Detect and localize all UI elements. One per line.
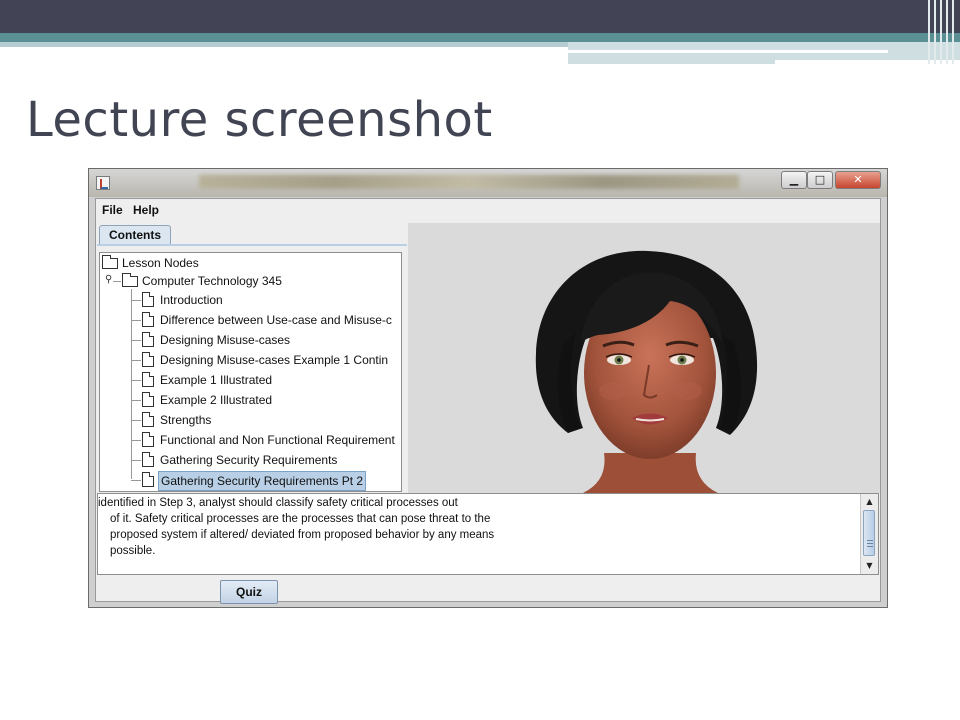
tab-contents[interactable]: Contents	[99, 225, 171, 245]
slide-title: Lecture screenshot	[26, 92, 493, 148]
slide-accent-stripe	[0, 42, 568, 47]
slide-accent-line	[568, 50, 888, 53]
document-icon	[142, 392, 154, 407]
document-icon	[142, 412, 154, 427]
lesson-tree[interactable]: Lesson Nodes ⚲ Computer Technology 345 I…	[99, 252, 402, 492]
document-icon	[142, 332, 154, 347]
menu-file[interactable]: File	[102, 203, 123, 217]
contents-panel: Contents Lesson Nodes ⚲ Computer Technol…	[97, 223, 407, 493]
avatar-character	[535, 250, 758, 493]
document-icon	[142, 312, 154, 327]
lecture-text-line: proposed system if altered/ deviated fro…	[110, 529, 495, 541]
quiz-button[interactable]: Quiz	[220, 580, 278, 604]
document-icon	[142, 352, 154, 367]
document-icon	[142, 292, 154, 307]
slide-header-bar	[0, 0, 960, 33]
minimize-button[interactable]: ▁	[781, 171, 807, 189]
lecture-text-line: identified in Step 3, analyst should cla…	[98, 497, 458, 509]
document-icon	[142, 432, 154, 447]
scroll-down-arrow-icon[interactable]: ▼	[862, 558, 877, 573]
lecture-text-scrollbar[interactable]: ▲ ▼	[860, 494, 878, 574]
tree-root-label: Lesson Nodes	[122, 256, 199, 270]
scroll-up-arrow-icon[interactable]: ▲	[862, 494, 877, 509]
lecture-text-line: of it. Safety critical processes are the…	[110, 513, 491, 525]
maximize-button[interactable]: □	[807, 171, 833, 189]
window-titlebar[interactable]: ▁ □ ✕	[89, 169, 887, 197]
tree-course-label: Computer Technology 345	[142, 274, 282, 288]
window-client-area: File Help Contents Lesson Nodes ⚲ Comput…	[95, 198, 881, 604]
avatar-view	[408, 223, 880, 493]
menu-help[interactable]: Help	[133, 203, 159, 217]
lecture-text: identified in Step 3, analyst should cla…	[98, 495, 850, 559]
scroll-thumb[interactable]	[863, 510, 875, 556]
tree-expand-handle-icon[interactable]: ⚲	[105, 274, 112, 285]
slide-accent-bar	[0, 33, 960, 42]
window-title-blurred	[199, 175, 739, 189]
folder-icon	[122, 273, 138, 287]
menu-bar: File Help	[96, 199, 880, 221]
close-icon: ✕	[853, 173, 863, 186]
tab-underline	[97, 244, 407, 246]
document-icon	[142, 372, 154, 387]
lecture-text-line: possible.	[110, 545, 156, 557]
slide-corner-lines	[926, 0, 960, 64]
java-app-icon	[96, 176, 110, 190]
document-icon	[142, 472, 154, 487]
folder-icon	[102, 255, 118, 269]
lecture-app-window: ▁ □ ✕ File Help Contents Lesson Nodes ⚲	[88, 168, 888, 608]
maximize-icon: □	[814, 173, 826, 186]
minimize-icon: ▁	[789, 173, 799, 186]
close-button[interactable]: ✕	[835, 171, 881, 189]
lecture-text-area[interactable]: identified in Step 3, analyst should cla…	[97, 493, 879, 575]
document-icon	[142, 452, 154, 467]
